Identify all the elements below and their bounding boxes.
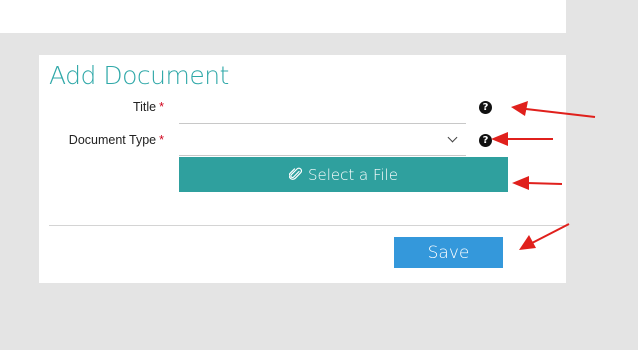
save-button[interactable]: Save — [394, 237, 503, 268]
document-type-select[interactable] — [179, 128, 466, 154]
page-title: Add Document — [49, 61, 229, 90]
document-type-underline — [179, 155, 466, 156]
divider — [49, 225, 566, 226]
title-help-icon[interactable]: ? — [479, 101, 492, 114]
document-type-label: Document Type * — [40, 133, 164, 147]
select-file-button[interactable]: Select a File — [179, 157, 508, 192]
chevron-down-icon — [447, 132, 458, 143]
title-underline — [179, 123, 466, 124]
required-marker: * — [159, 100, 164, 114]
title-label: Title * — [100, 100, 164, 114]
required-marker: * — [159, 133, 164, 147]
top-panel — [0, 0, 566, 33]
paperclip-icon — [288, 167, 302, 180]
title-input[interactable] — [179, 96, 470, 124]
document-type-label-text: Document Type — [68, 133, 157, 147]
select-file-label: Select a File — [307, 165, 399, 184]
document-type-help-icon[interactable]: ? — [479, 134, 492, 147]
title-label-text: Title — [132, 100, 157, 114]
